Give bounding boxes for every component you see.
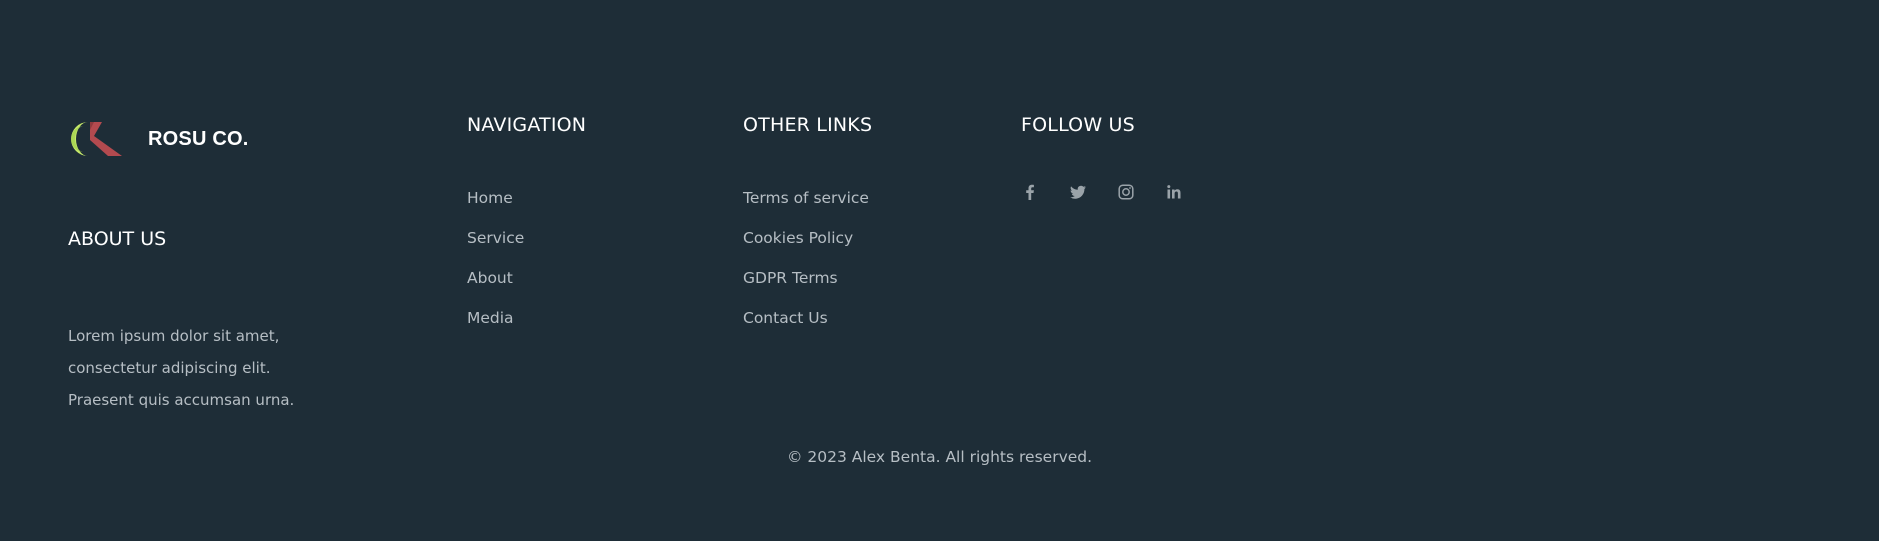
about-line: Praesent quis accumsan urna. <box>68 391 295 409</box>
nav-link-about[interactable]: About <box>467 269 513 287</box>
brand[interactable]: ROSU CO. <box>68 120 249 158</box>
about-line: consectetur adipiscing elit. <box>68 359 271 377</box>
link-terms-of-service[interactable]: Terms of service <box>743 189 869 207</box>
list-item: Contact Us <box>743 307 872 347</box>
twitter-icon[interactable] <box>1069 183 1087 201</box>
other-links-column: OTHER LINKS Terms of service Cookies Pol… <box>743 114 872 347</box>
list-item: Cookies Policy <box>743 227 872 267</box>
link-contact-us[interactable]: Contact Us <box>743 309 828 327</box>
other-links-title: OTHER LINKS <box>743 114 873 136</box>
other-links-list: Terms of service Cookies Policy GDPR Ter… <box>743 187 872 347</box>
list-item: Home <box>467 187 586 227</box>
about-title: ABOUT US <box>68 228 167 250</box>
link-gdpr-terms[interactable]: GDPR Terms <box>743 269 838 287</box>
about-text: Lorem ipsum dolor sit amet, consectetur … <box>68 320 328 416</box>
site-footer: ROSU CO. ABOUT US Lorem ipsum dolor sit … <box>0 0 1879 541</box>
about-line: Lorem ipsum dolor sit amet, <box>68 327 280 345</box>
list-item: Media <box>467 307 586 347</box>
navigation-list: Home Service About Media <box>467 187 586 347</box>
facebook-icon[interactable] <box>1021 183 1039 201</box>
follow-column: FOLLOW US <box>1021 114 1213 201</box>
link-cookies-policy[interactable]: Cookies Policy <box>743 229 853 247</box>
brand-name: ROSU CO. <box>148 127 249 150</box>
navigation-column: NAVIGATION Home Service About Media <box>467 114 586 347</box>
copyright-text: © 2023 Alex Benta. All rights reserved. <box>786 448 1093 466</box>
list-item: Terms of service <box>743 187 872 227</box>
navigation-title: NAVIGATION <box>467 114 587 136</box>
linkedin-icon[interactable] <box>1165 183 1183 201</box>
logo-icon <box>71 122 122 156</box>
nav-link-home[interactable]: Home <box>467 189 513 207</box>
nav-link-service[interactable]: Service <box>467 229 524 247</box>
list-item: About <box>467 267 586 307</box>
list-item: Service <box>467 227 586 267</box>
instagram-icon[interactable] <box>1117 183 1135 201</box>
follow-title: FOLLOW US <box>1021 114 1135 136</box>
social-links <box>1021 183 1213 201</box>
nav-link-media[interactable]: Media <box>467 309 514 327</box>
list-item: GDPR Terms <box>743 267 872 307</box>
